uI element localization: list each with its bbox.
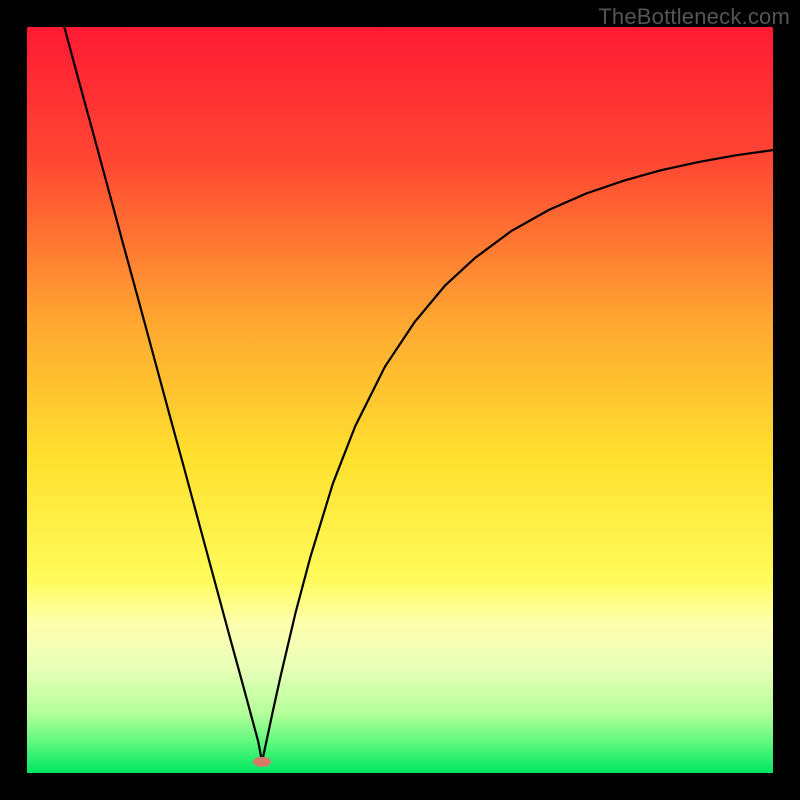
minimum-marker [253, 757, 271, 767]
chart-frame [27, 27, 773, 773]
gradient-background [27, 27, 773, 773]
bottleneck-chart [27, 27, 773, 773]
